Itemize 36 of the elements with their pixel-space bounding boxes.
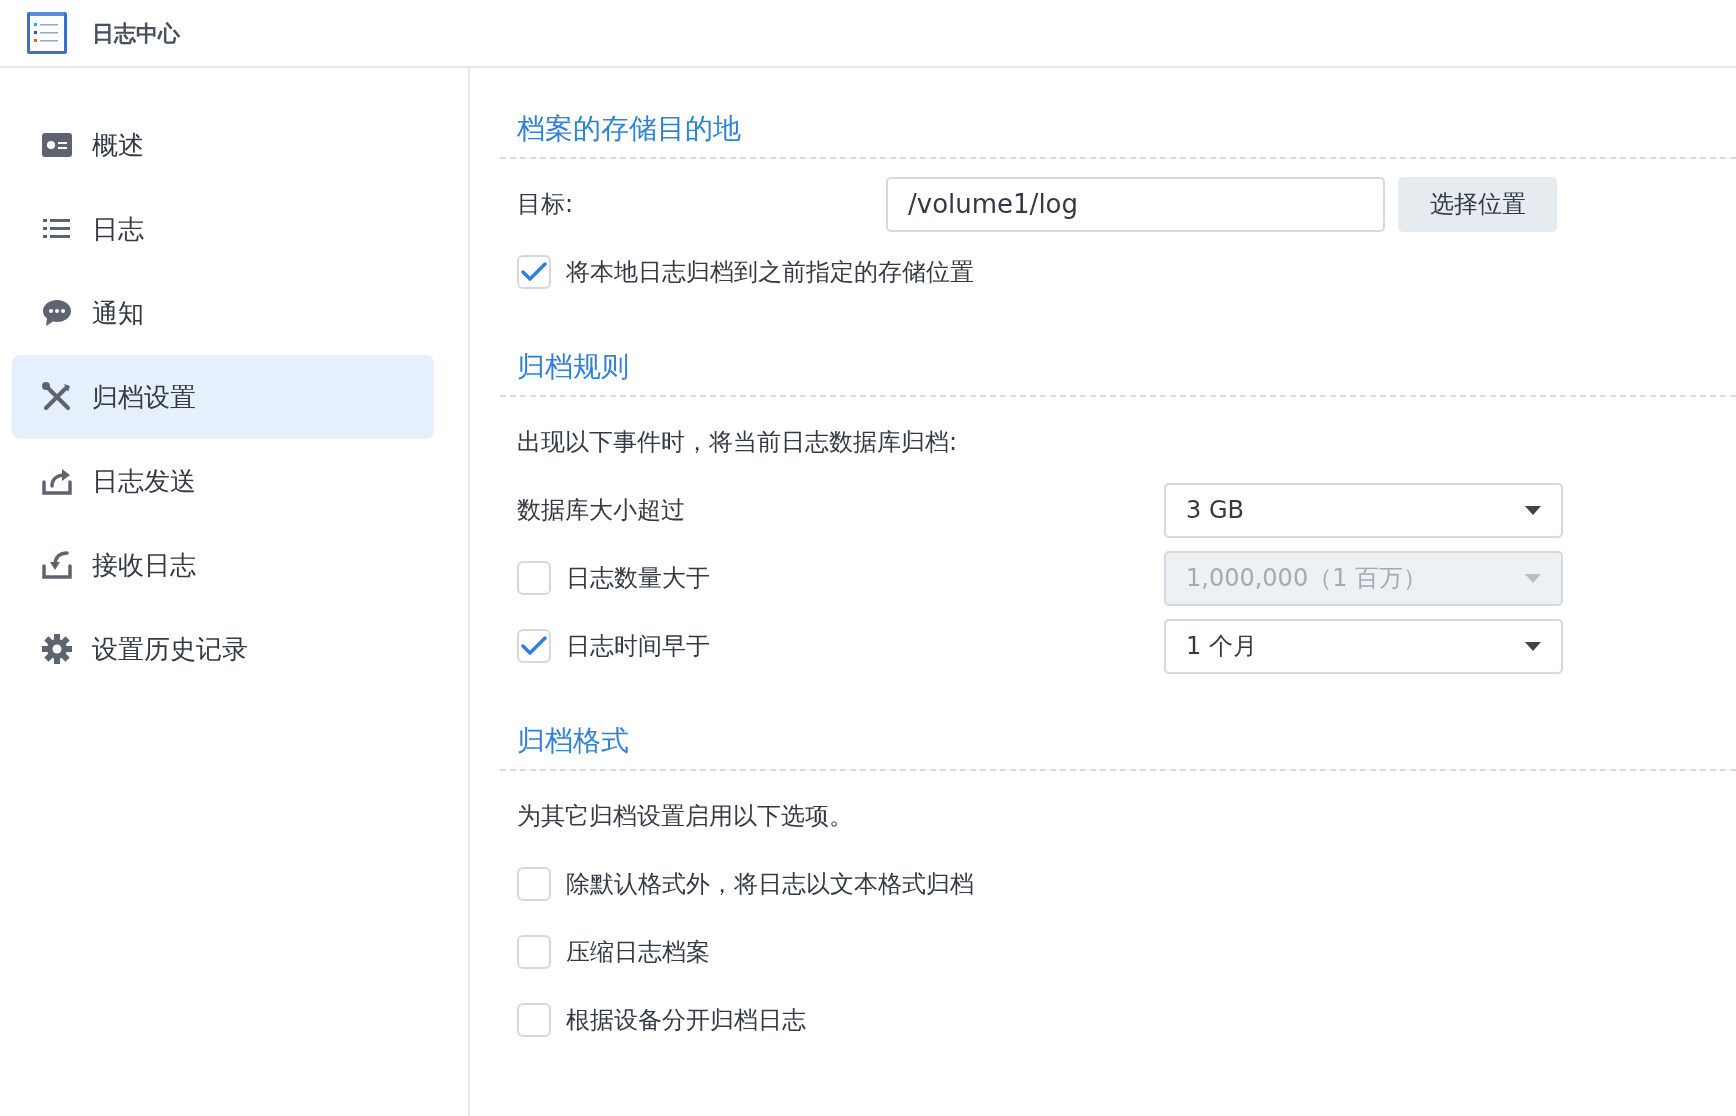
setting-label: 数据库大小超过 (517, 495, 686, 526)
checkbox[interactable] (517, 629, 551, 663)
checkbox[interactable] (517, 867, 551, 901)
section-title: 归档规则 (517, 350, 629, 383)
checkbox-label: 日志时间早于 (566, 631, 711, 662)
caret-icon (1525, 505, 1541, 515)
sidebar-item[interactable]: 归档设置 (12, 355, 434, 439)
description-text: 为其它归档设置启用以下选项。 (517, 801, 853, 832)
checkbox-label: 将本地日志归档到之前指定的存储位置 (566, 257, 974, 288)
path-input-field[interactable]: /volume1/log (886, 176, 1385, 232)
gear-icon (40, 632, 74, 666)
checkbox[interactable] (517, 935, 551, 969)
sidebar-item[interactable]: 日志 (12, 187, 434, 271)
caret-icon (1525, 573, 1541, 583)
caret-icon (1525, 641, 1541, 651)
checkbox-label: 根据设备分开归档日志 (566, 1005, 806, 1036)
log-list-icon (26, 11, 68, 55)
description-text: 出现以下事件时，将当前日志数据库归档: (517, 427, 958, 458)
section-title: 档案的存储目的地 (517, 112, 741, 145)
sidebar-item[interactable]: 通知 (12, 271, 434, 355)
dropdown[interactable]: 3 GB (1164, 482, 1563, 538)
sidebar-item[interactable]: 概述 (12, 103, 434, 187)
sidebar-item[interactable]: 设置历史记录 (12, 607, 434, 691)
select-location-button[interactable]: 选择位置 (1398, 176, 1557, 232)
checkbox-label: 日志数量大于 (566, 563, 711, 594)
dropdown[interactable]: 1 个月 (1164, 618, 1563, 674)
section-title: 归档格式 (517, 724, 629, 757)
checkbox[interactable] (517, 1003, 551, 1037)
checkbox-label: 压缩日志档案 (566, 937, 710, 968)
checkbox[interactable] (517, 255, 551, 289)
download-tray-icon (40, 548, 74, 582)
sidebar-item[interactable]: 日志发送 (12, 439, 434, 523)
checkbox-label: 除默认格式外，将日志以文本格式归档 (566, 869, 974, 900)
sidebar-item[interactable]: 接收日志 (12, 523, 434, 607)
app-title: 日志中心 (92, 19, 180, 48)
field-label: 目标: (517, 189, 575, 220)
